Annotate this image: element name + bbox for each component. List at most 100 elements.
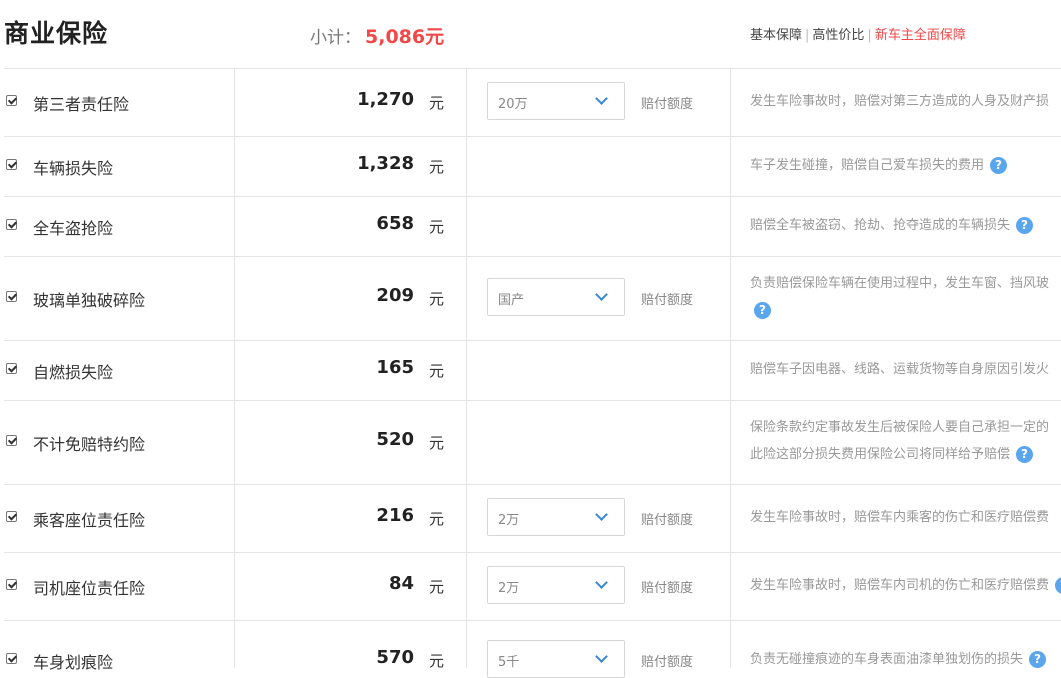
coverage-description: 发生车险事故时，赔偿对第三方造成的人身及财产损 — [750, 88, 1061, 115]
chevron-down-icon — [595, 288, 608, 301]
select-value: 20万 — [498, 97, 528, 112]
row-divider — [4, 400, 1061, 401]
coverage-name: 玻璃单独破碎险 — [33, 291, 146, 310]
coverage-name: 车身划痕险 — [33, 653, 114, 672]
help-icon[interactable]: ? — [1055, 577, 1061, 594]
plan-presets: 基本保障 | 高性价比 | 新车主全面保障 — [750, 24, 966, 43]
coverage-amount-select[interactable]: 2万 — [487, 498, 625, 536]
description-line: 此险这部分损失费用保险公司将同样给予赔偿? — [750, 441, 1061, 468]
coverage-price: 165 — [376, 357, 414, 378]
price-unit: 元 — [429, 158, 445, 176]
price-unit: 元 — [429, 94, 445, 112]
coverage-description: 发生车险事故时，赔偿车内司机的伤亡和医疗赔偿费? — [750, 572, 1061, 599]
pay-limit-label: 赔付额度 — [641, 655, 694, 670]
column-divider — [234, 68, 235, 668]
coverage-price: 84 — [388, 573, 414, 594]
coverage-checkbox[interactable] — [6, 363, 17, 374]
chevron-down-icon — [595, 508, 608, 521]
description-text: 发生车险事故时，赔偿对第三方造成的人身及财产损 — [750, 94, 1050, 109]
description-text: 此险这部分损失费用保险公司将同样给予赔偿 — [750, 447, 1011, 462]
description-text: 负责无碰撞痕迹的车身表面油漆单独划伤的损失 — [750, 652, 1024, 667]
chevron-down-icon — [595, 650, 608, 663]
select-value: 2万 — [498, 581, 520, 596]
coverage-description: 赔偿全车被盗窃、抢劫、抢夺造成的车辆损失? — [750, 212, 1061, 239]
description-text: 负责赔偿保险车辆在使用过程中，发生车窗、挡风玻 — [750, 276, 1050, 291]
coverage-checkbox[interactable] — [6, 291, 17, 302]
row-divider — [4, 340, 1061, 341]
coverage-name: 自燃损失险 — [33, 363, 114, 382]
help-icon[interactable]: ? — [1029, 651, 1047, 668]
description-text: 发生车险事故时，赔偿车内乘客的伤亡和医疗赔偿费 — [750, 510, 1050, 525]
description-line: 负责无碰撞痕迹的车身表面油漆单独划伤的损失? — [750, 646, 1061, 673]
coverage-name: 全车盗抢险 — [33, 219, 114, 238]
row-divider — [4, 68, 1061, 69]
description-text: 发生车险事故时，赔偿车内司机的伤亡和医疗赔偿费 — [750, 578, 1050, 593]
description-line: 赔偿全车被盗窃、抢劫、抢夺造成的车辆损失? — [750, 212, 1061, 239]
section-title: 商业保险 — [4, 19, 109, 48]
help-icon[interactable]: ? — [990, 157, 1008, 174]
subtotal-label: 小计： — [310, 28, 361, 48]
select-value: 5千 — [498, 655, 520, 670]
coverage-amount-select[interactable]: 国产 — [487, 278, 625, 316]
price-unit: 元 — [429, 434, 445, 452]
description-line: ? — [750, 297, 1061, 324]
subtotal-amount: 5,086元 — [365, 26, 445, 48]
description-text: 保险条款约定事故发生后被保险人要自己承担一定的 — [750, 420, 1050, 435]
column-divider — [730, 68, 731, 668]
help-icon[interactable]: ? — [1016, 446, 1034, 463]
insurance-header: 商业保险 小计： 5,086元 基本保障 | 高性价比 | 新车主全面保障 — [0, 0, 1061, 68]
price-unit: 元 — [429, 510, 445, 528]
description-line: 赔偿车子因电器、线路、运载货物等自身原因引发火 — [750, 356, 1061, 383]
plan-separator: | — [805, 28, 810, 43]
coverage-checkbox[interactable] — [6, 653, 17, 664]
help-icon[interactable]: ? — [1016, 217, 1034, 234]
coverage-description: 赔偿车子因电器、线路、运载货物等自身原因引发火 — [750, 356, 1061, 383]
coverage-name: 车辆损失险 — [33, 159, 114, 178]
plan-basic-link[interactable]: 基本保障 — [750, 28, 802, 43]
row-divider — [4, 256, 1061, 257]
coverage-description: 保险条款约定事故发生后被保险人要自己承担一定的 此险这部分损失费用保险公司将同样给… — [750, 414, 1061, 468]
price-unit: 元 — [429, 578, 445, 596]
plan-new-owner-link[interactable]: 新车主全面保障 — [875, 28, 966, 43]
coverage-checkbox[interactable] — [6, 511, 17, 522]
coverage-amount-select[interactable]: 20万 — [487, 82, 625, 120]
coverage-price: 520 — [376, 429, 414, 450]
plan-separator: | — [867, 28, 872, 43]
coverage-description: 车子发生碰撞，赔偿自己爱车损失的费用? — [750, 152, 1061, 179]
coverage-checkbox[interactable] — [6, 579, 17, 590]
coverage-name: 乘客座位责任险 — [33, 511, 146, 530]
row-divider — [4, 620, 1061, 621]
plan-value-link[interactable]: 高性价比 — [812, 28, 864, 43]
coverage-amount-select[interactable]: 2万 — [487, 566, 625, 604]
description-line: 发生车险事故时，赔偿车内司机的伤亡和医疗赔偿费? — [750, 572, 1061, 599]
coverage-price: 570 — [376, 647, 414, 668]
help-icon[interactable]: ? — [754, 302, 771, 319]
pay-limit-label: 赔付额度 — [641, 293, 694, 308]
coverage-description: 发生车险事故时，赔偿车内乘客的伤亡和医疗赔偿费 — [750, 504, 1061, 531]
description-line: 发生车险事故时，赔偿对第三方造成的人身及财产损 — [750, 88, 1061, 115]
pay-limit-label: 赔付额度 — [641, 581, 694, 596]
description-line: 车子发生碰撞，赔偿自己爱车损失的费用? — [750, 152, 1061, 179]
coverage-amount-select[interactable]: 5千 — [487, 640, 625, 678]
price-unit: 元 — [429, 218, 445, 236]
coverage-checkbox[interactable] — [6, 159, 17, 170]
description-text: 赔偿全车被盗窃、抢劫、抢夺造成的车辆损失 — [750, 218, 1011, 233]
coverage-checkbox[interactable] — [6, 435, 17, 446]
coverage-checkbox[interactable] — [6, 95, 17, 106]
description-text: 车子发生碰撞，赔偿自己爱车损失的费用 — [750, 158, 985, 173]
coverage-name: 不计免赔特约险 — [33, 435, 146, 454]
coverage-price: 216 — [376, 505, 414, 526]
column-divider — [466, 68, 467, 668]
price-unit: 元 — [429, 290, 445, 308]
pay-limit-label: 赔付额度 — [641, 513, 694, 528]
coverage-description: 负责赔偿保险车辆在使用过程中，发生车窗、挡风玻? — [750, 270, 1061, 324]
coverage-checkbox[interactable] — [6, 219, 17, 230]
coverage-description: 负责无碰撞痕迹的车身表面油漆单独划伤的损失? — [750, 646, 1061, 673]
coverage-price: 209 — [376, 285, 414, 306]
subtotal: 小计： 5,086元 — [310, 22, 444, 49]
select-value: 国产 — [498, 293, 525, 308]
row-divider — [4, 484, 1061, 485]
description-text: 赔偿车子因电器、线路、运载货物等自身原因引发火 — [750, 362, 1050, 377]
row-divider — [4, 196, 1061, 197]
select-value: 2万 — [498, 513, 520, 528]
